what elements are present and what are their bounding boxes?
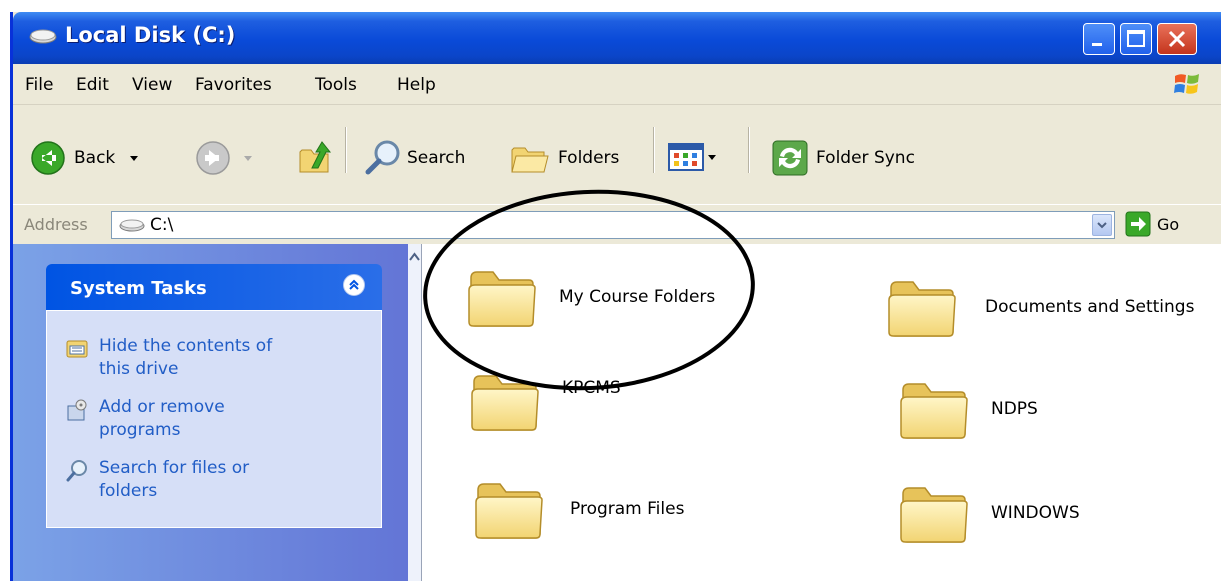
folders-button[interactable]: Folders <box>508 138 619 178</box>
scroll-up-icon[interactable] <box>408 248 421 268</box>
add-remove-programs-icon <box>67 399 87 421</box>
chevron-down-icon <box>1097 222 1107 229</box>
folder-icon <box>899 378 969 440</box>
drive-icon <box>29 29 57 44</box>
toolbar-separator <box>345 127 347 173</box>
system-tasks-panel: System Tasks Hide the contents of this d… <box>46 264 382 528</box>
views-dropdown-icon <box>708 155 716 160</box>
up-folder-icon <box>299 141 332 173</box>
search-icon <box>66 460 87 482</box>
forward-dropdown-icon[interactable] <box>241 151 255 165</box>
window-title: Local Disk (C:) <box>65 23 236 47</box>
collapse-panel-button[interactable] <box>343 274 365 296</box>
search-label: Search <box>407 148 466 168</box>
forward-arrow-icon <box>196 141 230 175</box>
maximize-button[interactable] <box>1120 23 1152 55</box>
hide-contents-icon <box>66 340 88 358</box>
task-hide-contents[interactable]: Hide the contents of this drive <box>65 335 299 381</box>
system-tasks-body: Hide the contents of this drive Add or r… <box>46 310 382 528</box>
task-search-files[interactable]: Search for files or folders <box>65 457 299 503</box>
back-button[interactable]: Back <box>30 140 141 176</box>
folder-label: WINDOWS <box>991 503 1080 523</box>
task-pane: System Tasks Hide the contents of this d… <box>13 244 408 581</box>
explorer-window: Local Disk (C:) File Edit View Favorites… <box>10 12 1221 581</box>
folder-item-windows[interactable]: WINDOWS <box>899 482 1080 544</box>
close-button[interactable] <box>1157 23 1197 55</box>
views-button[interactable] <box>668 143 718 171</box>
back-arrow-icon <box>31 141 65 175</box>
task-label: Search for files or folders <box>99 458 250 501</box>
folder-label: NDPS <box>991 399 1038 419</box>
folder-label: Documents and Settings <box>985 297 1195 317</box>
toolbar-separator <box>748 127 750 173</box>
back-label: Back <box>74 148 116 168</box>
drive-icon <box>119 219 145 232</box>
double-chevron-up-icon <box>349 279 359 290</box>
highlight-circle <box>423 189 755 391</box>
minimize-icon <box>1092 43 1102 46</box>
address-value: C:\ <box>150 215 174 235</box>
menu-bar: File Edit View Favorites Tools Help <box>13 64 1221 105</box>
task-add-remove-programs[interactable]: Add or remove programs <box>65 396 299 442</box>
folder-sync-label: Folder Sync <box>816 148 915 168</box>
menu-tools[interactable]: Tools <box>315 75 357 95</box>
folder-item-documents-and-settings[interactable]: Documents and Settings <box>887 276 1194 338</box>
search-button[interactable]: Search <box>363 138 465 178</box>
up-button[interactable] <box>296 138 336 178</box>
folder-icon <box>887 276 957 338</box>
vertical-scrollbar[interactable] <box>408 244 421 581</box>
go-label: Go <box>1157 214 1180 234</box>
maximize-icon <box>1127 30 1145 47</box>
close-icon <box>1168 30 1186 48</box>
system-tasks-title: System Tasks <box>70 278 207 299</box>
go-button[interactable]: Go <box>1125 211 1179 237</box>
title-bar[interactable]: Local Disk (C:) <box>13 12 1221 64</box>
toolbar-separator <box>653 127 655 173</box>
menu-favorites[interactable]: Favorites <box>195 75 272 95</box>
go-arrow-icon <box>1125 211 1151 237</box>
address-label: Address <box>24 215 88 234</box>
menu-edit[interactable]: Edit <box>76 75 109 95</box>
views-icon <box>668 143 704 171</box>
folder-sync-button[interactable]: Folder Sync <box>770 138 915 178</box>
menu-file[interactable]: File <box>25 75 53 95</box>
folder-icon <box>899 482 969 544</box>
menu-view[interactable]: View <box>132 75 172 95</box>
task-label: Add or remove programs <box>99 397 225 440</box>
folder-icon <box>474 478 544 540</box>
magnifier-icon <box>365 140 400 175</box>
menu-help[interactable]: Help <box>397 75 436 95</box>
folders-icon <box>511 147 549 173</box>
windows-logo-icon <box>1174 74 1199 94</box>
folder-item-program-files[interactable]: Program Files <box>474 478 684 540</box>
folder-sync-icon <box>772 140 808 176</box>
task-label: Hide the contents of this drive <box>99 336 273 379</box>
forward-button[interactable] <box>195 140 255 176</box>
folders-label: Folders <box>558 148 620 168</box>
folder-label: Program Files <box>570 499 685 519</box>
minimize-button[interactable] <box>1083 23 1115 55</box>
back-dropdown-icon[interactable] <box>127 151 141 165</box>
folder-item-ndps[interactable]: NDPS <box>899 378 1038 440</box>
address-dropdown-button[interactable] <box>1092 214 1112 236</box>
system-tasks-header[interactable]: System Tasks <box>46 264 382 310</box>
